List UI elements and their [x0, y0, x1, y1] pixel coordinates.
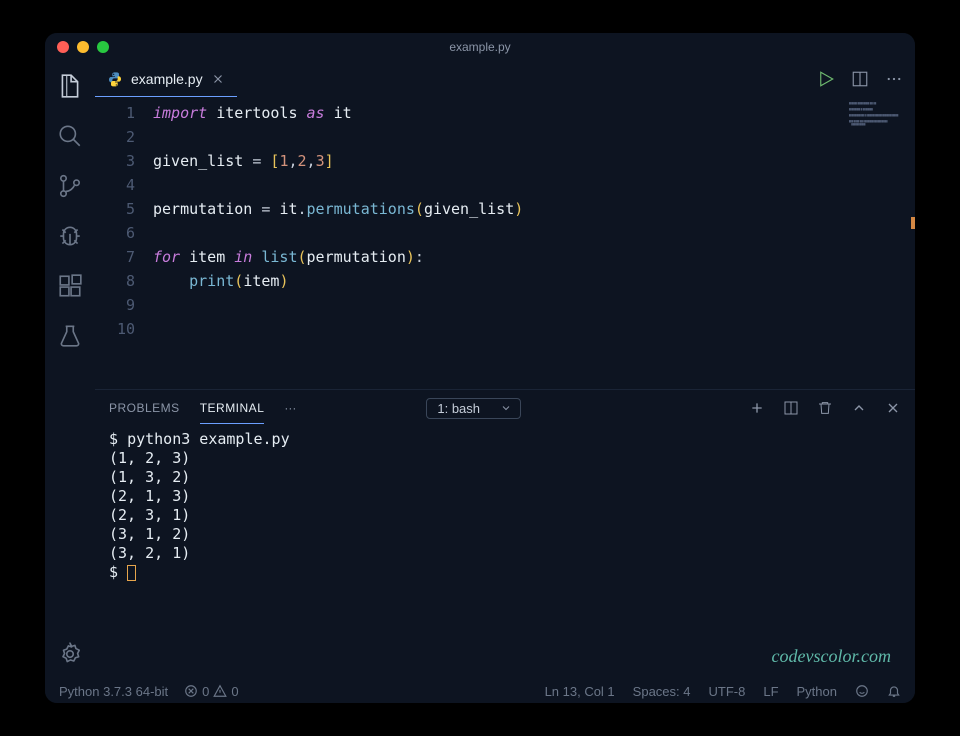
editor-tab-bar: example.py — [95, 61, 915, 97]
minimize-window-button[interactable] — [77, 41, 89, 53]
maximize-panel-icon[interactable] — [851, 400, 867, 416]
terminal-cursor — [127, 565, 136, 581]
source-control-icon[interactable] — [57, 173, 83, 199]
error-icon — [184, 684, 198, 698]
search-icon[interactable] — [57, 123, 83, 149]
minimap-marker — [911, 217, 915, 229]
terminal-output[interactable]: $ python3 example.py (1, 2, 3) (1, 3, 2)… — [95, 426, 915, 679]
new-terminal-icon[interactable] — [749, 400, 765, 416]
activity-bar — [45, 61, 95, 679]
debug-icon[interactable] — [57, 223, 83, 249]
traffic-lights — [57, 41, 109, 53]
code-editor[interactable]: 1 2 3 4 5 6 7 8 9 10 import itertools as… — [95, 97, 845, 389]
window-title: example.py — [449, 40, 510, 54]
split-terminal-icon[interactable] — [783, 400, 799, 416]
line-gutter: 1 2 3 4 5 6 7 8 9 10 — [95, 101, 153, 389]
vscode-window: example.py — [45, 33, 915, 703]
maximize-window-button[interactable] — [97, 41, 109, 53]
status-problems[interactable]: 0 0 — [184, 684, 238, 699]
terminal-selector[interactable]: 1: bash — [426, 398, 521, 419]
status-notifications-icon[interactable] — [887, 684, 901, 698]
kill-terminal-icon[interactable] — [817, 400, 833, 416]
tab-close-icon[interactable] — [211, 72, 225, 86]
tab-filename: example.py — [131, 71, 203, 87]
status-feedback-icon[interactable] — [855, 684, 869, 698]
status-eol[interactable]: LF — [763, 684, 778, 699]
minimap[interactable]: ██████ ████████ ██ ██ ████████ █ ███████… — [845, 97, 915, 389]
extensions-icon[interactable] — [57, 273, 83, 299]
close-panel-icon[interactable] — [885, 400, 901, 416]
tab-example-py[interactable]: example.py — [95, 61, 237, 97]
bottom-panel: PROBLEMS TERMINAL ··· 1: bash — [95, 389, 915, 679]
status-encoding[interactable]: UTF-8 — [709, 684, 746, 699]
status-python-version[interactable]: Python 3.7.3 64-bit — [59, 684, 168, 699]
python-file-icon — [107, 71, 123, 87]
more-actions-icon[interactable] — [885, 70, 903, 88]
status-cursor-position[interactable]: Ln 13, Col 1 — [545, 684, 615, 699]
status-language[interactable]: Python — [797, 684, 837, 699]
explorer-icon[interactable] — [57, 73, 83, 99]
warning-icon — [213, 684, 227, 698]
status-indentation[interactable]: Spaces: 4 — [633, 684, 691, 699]
chevron-down-icon — [500, 402, 512, 414]
watermark: codevscolor.com — [772, 646, 891, 667]
testing-icon[interactable] — [57, 323, 83, 349]
split-editor-icon[interactable] — [851, 70, 869, 88]
run-icon[interactable] — [817, 70, 835, 88]
panel-tab-problems[interactable]: PROBLEMS — [109, 393, 180, 423]
titlebar: example.py — [45, 33, 915, 61]
status-bar: Python 3.7.3 64-bit 0 0 Ln 13, Col 1 Spa… — [45, 679, 915, 703]
panel-tab-terminal[interactable]: TERMINAL — [200, 393, 265, 424]
panel-tab-more-icon[interactable]: ··· — [284, 401, 296, 415]
code-content: import itertools as it given_list = [1,2… — [153, 101, 523, 389]
settings-gear-icon[interactable] — [57, 641, 83, 667]
close-window-button[interactable] — [57, 41, 69, 53]
